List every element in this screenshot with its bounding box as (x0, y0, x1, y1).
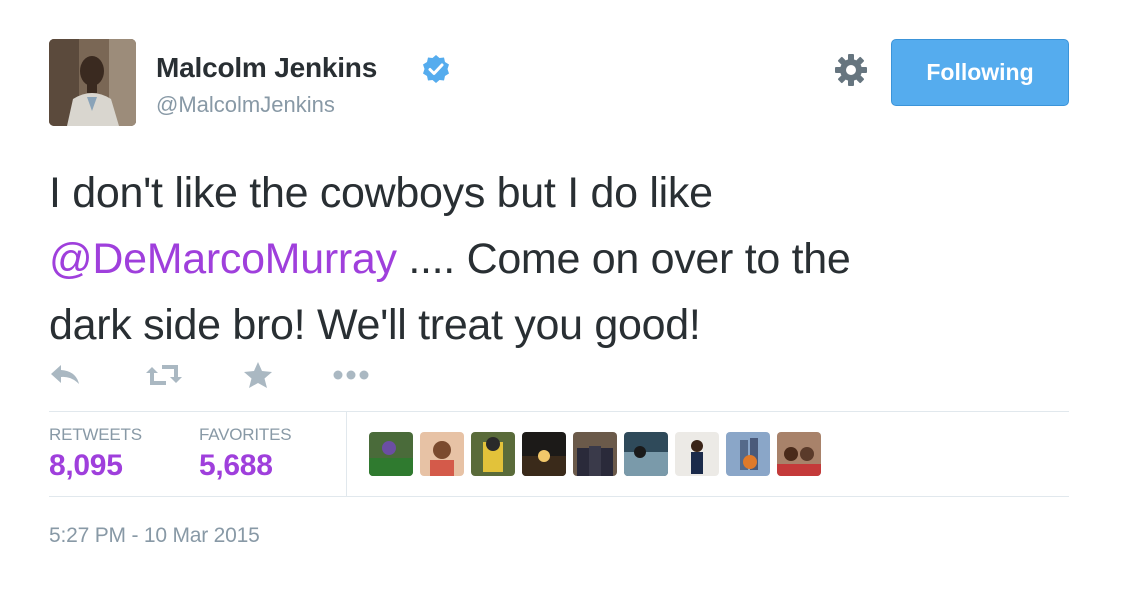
favorites-count: 5,688 (199, 449, 273, 482)
favoriter-avatar-1[interactable] (369, 432, 413, 476)
avatar-image (49, 39, 136, 126)
tweet-text-part3: dark side bro! We'll treat you good! (49, 301, 701, 349)
stats-vertical-divider (346, 412, 347, 496)
favoriter-avatar-7[interactable] (675, 432, 719, 476)
following-button[interactable]: Following (891, 39, 1069, 106)
retweet-icon (146, 365, 182, 385)
favoriters-list (369, 432, 821, 476)
tweet-text-part1: I don't like the cowboys but I do like (49, 169, 713, 217)
favorite-icon (244, 362, 272, 388)
favoriter-avatar-9[interactable] (777, 432, 821, 476)
verified-badge-icon (423, 55, 449, 83)
tweet-timestamp[interactable]: 5:27 PM - 10 Mar 2015 (49, 524, 260, 548)
retweets-stat[interactable]: RETWEETS 8,095 (49, 425, 142, 483)
favoriter-avatar-5[interactable] (573, 432, 617, 476)
stats-top-divider (49, 411, 1069, 412)
favoriter-avatar-3[interactable] (471, 432, 515, 476)
favoriter-avatar-2[interactable] (420, 432, 464, 476)
favoriter-avatar-4[interactable] (522, 432, 566, 476)
stats-bottom-divider (49, 496, 1069, 497)
retweets-count: 8,095 (49, 449, 123, 482)
retweets-label: RETWEETS (49, 425, 142, 444)
tweet-actions (49, 358, 379, 392)
gear-icon[interactable] (834, 53, 868, 87)
reply-button[interactable] (49, 358, 81, 392)
favoriter-avatar-6[interactable] (624, 432, 668, 476)
favoriter-avatar-8[interactable] (726, 432, 770, 476)
tweet-text: I don't like the cowboys but I do like @… (49, 160, 1049, 358)
tweet-text-part2: .... Come on over to the (396, 235, 851, 283)
user-handle[interactable]: @MalcolmJenkins (156, 92, 335, 118)
profile-avatar[interactable] (49, 39, 136, 126)
more-icon (333, 370, 369, 380)
favorite-button[interactable] (243, 358, 273, 392)
user-name[interactable]: Malcolm Jenkins (156, 52, 377, 84)
more-button[interactable] (332, 358, 370, 392)
reply-icon (51, 365, 79, 384)
favorites-label: FAVORITES (199, 425, 292, 444)
retweet-button[interactable] (146, 358, 182, 392)
favorites-stat[interactable]: FAVORITES 5,688 (199, 425, 292, 483)
mention-link[interactable]: @DeMarcoMurray (49, 235, 397, 283)
